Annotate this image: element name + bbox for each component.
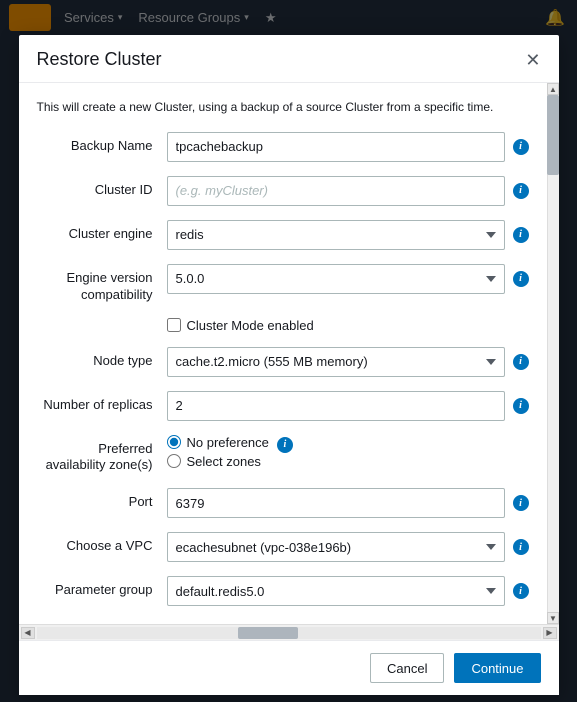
select-zones-radio[interactable]	[167, 454, 181, 468]
scrollbar-down-button[interactable]: ▼	[547, 612, 559, 624]
node-type-label: Node type	[37, 347, 167, 370]
continue-button[interactable]: Continue	[454, 653, 540, 683]
cluster-engine-row: Cluster engine redis memcached i	[37, 220, 529, 250]
no-preference-option: No preference	[167, 435, 269, 450]
cluster-engine-select[interactable]: redis memcached	[167, 220, 505, 250]
choose-vpc-row: Choose a VPC ecachesubnet (vpc-038e196b)…	[37, 532, 529, 562]
vertical-scrollbar[interactable]: ▲ ▼	[547, 83, 559, 624]
modal-body-wrapper: This will create a new Cluster, using a …	[19, 83, 559, 624]
modal-title: Restore Cluster	[37, 49, 162, 70]
preferred-az-row: Preferredavailability zone(s) No prefere…	[37, 435, 529, 475]
select-zones-label[interactable]: Select zones	[187, 454, 261, 469]
close-icon[interactable]: ✕	[525, 51, 540, 69]
choose-vpc-label: Choose a VPC	[37, 532, 167, 555]
engine-version-select[interactable]: 5.0.0 4.0.10 3.2.10	[167, 264, 505, 294]
choose-vpc-control: ecachesubnet (vpc-038e196b) i	[167, 532, 529, 562]
port-label: Port	[37, 488, 167, 511]
num-replicas-control: i	[167, 391, 529, 421]
choose-vpc-info-icon[interactable]: i	[513, 539, 529, 555]
no-preference-label[interactable]: No preference	[187, 435, 269, 450]
engine-version-label: Engine versioncompatibility	[37, 264, 167, 304]
hscroll-left-button[interactable]: ◀	[21, 627, 35, 639]
cluster-id-input[interactable]	[167, 176, 505, 206]
num-replicas-info-icon[interactable]: i	[513, 398, 529, 414]
num-replicas-row: Number of replicas i	[37, 391, 529, 421]
no-preference-radio[interactable]	[167, 435, 181, 449]
port-control: i	[167, 488, 529, 518]
modal-header: Restore Cluster ✕	[19, 35, 559, 83]
node-type-row: Node type cache.t2.micro (555 MB memory)…	[37, 347, 529, 377]
preferred-az-radio-group: No preference Select zones	[167, 435, 269, 469]
scrollbar-thumb[interactable]	[547, 95, 559, 175]
backup-name-label: Backup Name	[37, 132, 167, 155]
restore-cluster-modal: Restore Cluster ✕ This will create a new…	[19, 35, 559, 695]
scrollbar-track	[547, 95, 559, 612]
cluster-id-label: Cluster ID	[37, 176, 167, 199]
node-type-control: cache.t2.micro (555 MB memory) cache.t2.…	[167, 347, 529, 377]
backup-name-control: i	[167, 132, 529, 162]
cluster-id-row: Cluster ID i	[37, 176, 529, 206]
backup-name-info-icon[interactable]: i	[513, 139, 529, 155]
choose-vpc-select[interactable]: ecachesubnet (vpc-038e196b)	[167, 532, 505, 562]
scrollbar-up-button[interactable]: ▲	[547, 83, 559, 95]
modal-footer: Cancel Continue	[19, 640, 559, 695]
engine-version-control: 5.0.0 4.0.10 3.2.10 i	[167, 264, 529, 294]
port-row: Port i	[37, 488, 529, 518]
parameter-group-label: Parameter group	[37, 576, 167, 599]
description-text: This will create a new Cluster, using a …	[37, 99, 529, 116]
cluster-engine-control: redis memcached i	[167, 220, 529, 250]
backup-name-row: Backup Name i	[37, 132, 529, 162]
cluster-id-control: i	[167, 176, 529, 206]
cluster-mode-checkbox[interactable]	[167, 318, 181, 332]
port-info-icon[interactable]: i	[513, 495, 529, 511]
cluster-mode-row: Cluster Mode enabled	[37, 318, 529, 333]
horizontal-scrollbar[interactable]: ◀ ▶	[19, 624, 559, 640]
engine-version-info-icon[interactable]: i	[513, 271, 529, 287]
node-type-info-icon[interactable]: i	[513, 354, 529, 370]
cluster-engine-label: Cluster engine	[37, 220, 167, 243]
preferred-az-control: No preference Select zones i	[167, 435, 529, 469]
cluster-id-info-icon[interactable]: i	[513, 183, 529, 199]
preferred-az-info-icon[interactable]: i	[277, 437, 293, 453]
parameter-group-info-icon[interactable]: i	[513, 583, 529, 599]
parameter-group-row: Parameter group default.redis5.0 i	[37, 576, 529, 606]
hscroll-thumb[interactable]	[238, 627, 298, 639]
node-type-select[interactable]: cache.t2.micro (555 MB memory) cache.t2.…	[167, 347, 505, 377]
modal-body: This will create a new Cluster, using a …	[19, 83, 547, 624]
parameter-group-control: default.redis5.0 i	[167, 576, 529, 606]
cluster-engine-info-icon[interactable]: i	[513, 227, 529, 243]
preferred-az-label: Preferredavailability zone(s)	[37, 435, 167, 475]
num-replicas-label: Number of replicas	[37, 391, 167, 414]
backup-name-input[interactable]	[167, 132, 505, 162]
cluster-mode-label[interactable]: Cluster Mode enabled	[187, 318, 314, 333]
port-input[interactable]	[167, 488, 505, 518]
cancel-button[interactable]: Cancel	[370, 653, 444, 683]
select-zones-option: Select zones	[167, 454, 269, 469]
parameter-group-select[interactable]: default.redis5.0	[167, 576, 505, 606]
hscroll-right-button[interactable]: ▶	[543, 627, 557, 639]
modal-overlay: Restore Cluster ✕ This will create a new…	[0, 0, 577, 702]
num-replicas-input[interactable]	[167, 391, 505, 421]
engine-version-row: Engine versioncompatibility 5.0.0 4.0.10…	[37, 264, 529, 304]
hscroll-track	[37, 627, 541, 639]
